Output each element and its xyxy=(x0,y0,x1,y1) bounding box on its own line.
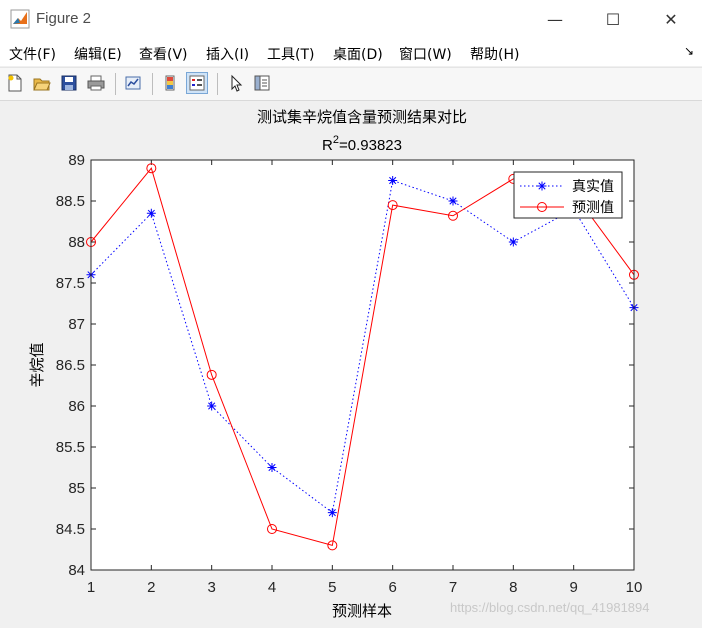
x-tick-label: 4 xyxy=(268,579,276,596)
close-icon: ✕ xyxy=(664,9,678,29)
y-axis-label: 辛烷值 xyxy=(28,342,46,387)
menu-edit[interactable]: 编辑(E) xyxy=(74,44,122,64)
pointer-icon xyxy=(231,74,243,92)
x-tick-label: 5 xyxy=(328,579,336,596)
data-point-asterisk xyxy=(508,237,518,247)
chart-title: 测试集辛烷值含量预测结果对比 xyxy=(257,108,467,126)
y-tick-label: 86 xyxy=(68,398,85,415)
watermark: https://blog.csdn.net/qq_41981894 xyxy=(450,600,650,615)
maximize-icon: ☐ xyxy=(605,9,621,29)
legend-icon xyxy=(189,75,205,91)
print-button[interactable] xyxy=(85,72,107,94)
y-tick-label: 88 xyxy=(68,234,85,251)
menu-tools[interactable]: 工具(T) xyxy=(267,44,314,64)
data-point-asterisk xyxy=(146,208,156,218)
open-file-button[interactable] xyxy=(31,72,53,94)
data-point-asterisk xyxy=(448,196,458,206)
y-tick-label: 85.5 xyxy=(56,439,85,456)
property-inspector-icon xyxy=(254,75,270,91)
y-tick-label: 89 xyxy=(68,152,85,169)
chart-subtitle: R2=0.93823 xyxy=(322,134,402,154)
y-tick-label: 86.5 xyxy=(56,357,85,374)
x-tick-label: 7 xyxy=(449,579,457,596)
y-tick-label: 87.5 xyxy=(56,275,85,292)
property-inspector-button[interactable] xyxy=(251,72,273,94)
menu-desktop[interactable]: 桌面(D) xyxy=(333,44,383,64)
toolbar-separator xyxy=(115,73,116,95)
data-point-asterisk xyxy=(388,176,398,185)
pointer-button[interactable] xyxy=(225,72,247,94)
print-icon xyxy=(87,75,105,91)
y-tick-label: 87 xyxy=(68,316,85,333)
data-point-asterisk xyxy=(327,508,337,518)
x-tick-label: 9 xyxy=(569,579,577,596)
x-axis-label: 预测样本 xyxy=(332,602,392,620)
y-tick-label: 85 xyxy=(68,480,85,497)
link-plot-button[interactable] xyxy=(122,72,144,94)
plot-area: 测试集辛烷值含量预测结果对比 R2=0.93823 预测样本 辛烷值 1 2 3 4 5… xyxy=(0,100,702,628)
menu-bar: 文件(F) 编辑(E) 查看(V) 插入(I) 工具(T) 桌面(D) 窗口(W… xyxy=(0,38,702,66)
close-button[interactable]: ✕ xyxy=(642,0,700,38)
legend-marker-actual xyxy=(537,181,547,191)
menu-view[interactable]: 查看(V) xyxy=(139,44,188,64)
new-figure-icon xyxy=(8,74,22,92)
new-figure-button[interactable] xyxy=(4,72,26,94)
open-file-icon xyxy=(33,78,51,91)
toolbar-separator xyxy=(152,73,153,95)
save-icon xyxy=(61,75,77,91)
chart-legend[interactable]: 真实值 预测值 xyxy=(513,171,623,219)
colorbar-icon xyxy=(165,75,175,91)
y-tick-label: 84.5 xyxy=(56,521,85,538)
legend-label-predicted: 预测值 xyxy=(572,200,614,216)
x-tick-label: 1 xyxy=(87,579,95,596)
matlab-app-icon xyxy=(10,9,30,29)
figure-toolbar xyxy=(0,67,702,101)
y-tick-label: 84 xyxy=(68,562,85,579)
maximize-button[interactable]: ☐ xyxy=(584,0,642,38)
y-tick-label: 88.5 xyxy=(56,193,85,210)
x-tick-label: 10 xyxy=(626,579,643,596)
x-tick-label: 6 xyxy=(388,579,396,596)
legend-label-actual: 真实值 xyxy=(572,179,614,195)
menu-insert[interactable]: 插入(I) xyxy=(206,44,249,64)
colorbar-button[interactable] xyxy=(159,72,181,94)
menu-help[interactable]: 帮助(H) xyxy=(470,44,519,64)
link-plot-icon xyxy=(125,76,141,90)
menu-overflow-icon[interactable]: ↘ xyxy=(684,44,694,58)
minimize-button[interactable]: — xyxy=(526,0,584,38)
window-title: Figure 2 xyxy=(36,10,92,27)
axes-background xyxy=(91,160,634,570)
menu-window[interactable]: 窗口(W) xyxy=(399,44,452,64)
x-tick-label: 3 xyxy=(207,579,215,596)
x-tick-label: 8 xyxy=(509,579,517,596)
data-point-asterisk xyxy=(207,401,217,411)
legend-button[interactable] xyxy=(186,72,208,94)
save-button[interactable] xyxy=(58,72,80,94)
data-point-asterisk xyxy=(267,463,277,472)
minimize-icon: — xyxy=(547,9,563,29)
line-chart[interactable]: 测试集辛烷值含量预测结果对比 R2=0.93823 预测样本 辛烷值 1 2 3 4 5… xyxy=(0,100,702,628)
menu-file[interactable]: 文件(F) xyxy=(9,44,56,64)
window-titlebar: Figure 2 — ☐ ✕ xyxy=(0,0,702,38)
x-tick-label: 2 xyxy=(147,579,155,596)
toolbar-separator xyxy=(217,73,218,95)
